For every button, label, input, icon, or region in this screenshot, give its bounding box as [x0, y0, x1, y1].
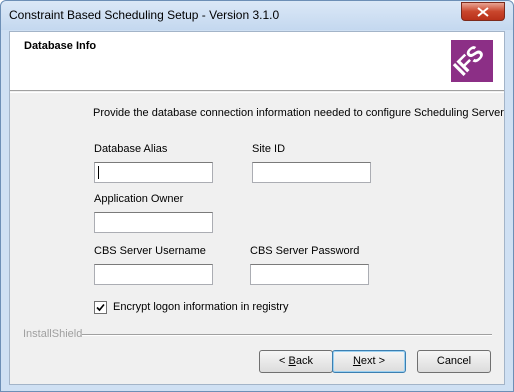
- cbs-username-input[interactable]: [94, 264, 213, 285]
- back-label: ack: [295, 355, 313, 367]
- window-title: Constraint Based Scheduling Setup - Vers…: [9, 8, 280, 22]
- next-button[interactable]: Next >: [332, 350, 406, 373]
- encrypt-checkbox-label[interactable]: Encrypt logon information in registry: [113, 301, 288, 313]
- dialog-header: Database Info IFS: [10, 32, 504, 91]
- ifs-logo: IFS: [451, 40, 493, 82]
- installshield-brand: InstallShield: [23, 328, 83, 340]
- application-owner-input[interactable]: [94, 212, 213, 233]
- next-label: ext >: [360, 355, 386, 367]
- ifs-logo-text: IFS: [451, 40, 489, 81]
- cbs-password-input[interactable]: [250, 264, 369, 285]
- text-caret: [98, 166, 99, 179]
- back-accel-key: B: [288, 355, 296, 367]
- cbs-username-label: CBS Server Username: [94, 245, 206, 257]
- back-button[interactable]: < Back: [259, 350, 333, 373]
- footer-divider: [82, 334, 492, 336]
- page-title: Database Info: [24, 40, 97, 52]
- encrypt-checkbox[interactable]: [94, 301, 107, 314]
- instruction-text: Provide the database connection informat…: [93, 107, 504, 119]
- setup-window: Constraint Based Scheduling Setup - Vers…: [0, 0, 514, 392]
- application-owner-label: Application Owner: [94, 193, 184, 205]
- back-prefix: <: [279, 355, 289, 367]
- database-alias-label: Database Alias: [94, 143, 168, 155]
- cancel-button[interactable]: Cancel: [417, 350, 491, 373]
- close-button[interactable]: [461, 2, 505, 21]
- site-id-input[interactable]: [252, 162, 371, 183]
- checkmark-icon: [96, 303, 105, 312]
- next-accel-key: N: [352, 355, 361, 367]
- dialog-client: Database Info IFS Provide the database c…: [9, 31, 505, 385]
- header-divider: [10, 92, 504, 93]
- database-alias-input[interactable]: [94, 162, 213, 183]
- site-id-label: Site ID: [252, 143, 286, 155]
- close-icon: [477, 7, 489, 17]
- title-bar[interactable]: Constraint Based Scheduling Setup - Vers…: [1, 1, 513, 30]
- cbs-password-label: CBS Server Password: [250, 245, 360, 257]
